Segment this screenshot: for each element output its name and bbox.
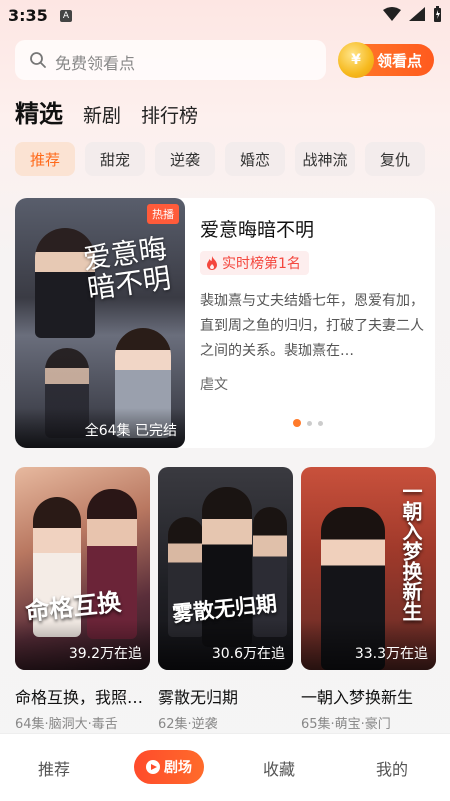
carousel-dot[interactable] <box>307 420 312 426</box>
flame-icon <box>207 256 217 270</box>
status-bar: 3:35 A <box>0 0 450 32</box>
rank-badge: 实时榜第1名 <box>200 251 309 275</box>
nav-recommend[interactable]: 推荐 <box>38 756 70 780</box>
featured-poster[interactable]: 爱意晦暗不明 热播 全64集 已完结 <box>15 198 185 448</box>
nav-profile[interactable]: 我的 <box>376 756 408 780</box>
tab-ranking[interactable]: 排行榜 <box>141 101 198 128</box>
drama-title[interactable]: 一朝入梦换新生 <box>301 684 436 708</box>
chip-revenge[interactable]: 复仇 <box>365 142 425 176</box>
coin-icon: ¥ <box>338 42 374 78</box>
rank-label: 实时榜第1名 <box>222 256 301 272</box>
nav-theater[interactable]: 剧场 <box>134 750 204 784</box>
nav-favorites[interactable]: 收藏 <box>263 756 295 780</box>
episode-status: 全64集 已完结 <box>84 423 177 439</box>
drama-meta: 62集·逆袭 <box>158 717 218 732</box>
signal-icon <box>409 7 425 21</box>
claim-points-label: 领看点 <box>377 52 423 70</box>
battery-icon <box>434 6 441 22</box>
drama-grid: 命格互换 39.2万在追 命格互换，我照… 64集·脑洞大·毒舌 雾散无归期 3… <box>15 467 436 732</box>
tab-new[interactable]: 新剧 <box>83 101 121 128</box>
hot-badge: 热播 <box>147 204 179 224</box>
follower-count: 30.6万在追 <box>211 646 285 662</box>
poster-title-art: 爱意晦暗不明 <box>81 231 173 306</box>
chip-comeback[interactable]: 逆袭 <box>155 142 215 176</box>
drama-poster[interactable]: 雾散无归期 30.6万在追 <box>158 467 293 670</box>
top-tabs: 精选 新剧 排行榜 <box>15 94 198 129</box>
drama-card[interactable]: 命格互换 39.2万在追 命格互换，我照… 64集·脑洞大·毒舌 <box>15 467 150 732</box>
drama-title[interactable]: 命格互换，我照… <box>15 684 150 708</box>
claim-points-button[interactable]: ¥ 领看点 <box>338 42 434 78</box>
search-icon <box>30 52 46 68</box>
drama-card[interactable]: 雾散无归期 30.6万在追 雾散无归期 62集·逆袭 <box>158 467 293 732</box>
drama-title[interactable]: 雾散无归期 <box>158 684 293 708</box>
status-time: 3:35 <box>8 6 48 25</box>
wifi-icon <box>383 7 401 21</box>
poster-title-art: 一朝入梦换新生 <box>399 481 423 621</box>
follower-count: 39.2万在追 <box>68 646 142 662</box>
drama-poster[interactable]: 命格互换 39.2万在追 <box>15 467 150 670</box>
carousel-dot[interactable] <box>293 419 301 427</box>
notification-icon: A <box>60 10 72 22</box>
search-bar[interactable]: 免费领看点 <box>15 40 326 80</box>
chip-war-god[interactable]: 战神流 <box>295 142 355 176</box>
chip-romance[interactable]: 婚恋 <box>225 142 285 176</box>
featured-title[interactable]: 爱意晦暗不明 <box>200 215 314 242</box>
drama-meta: 65集·萌宝·豪门 <box>301 717 391 732</box>
bottom-nav: 推荐 剧场 收藏 我的 <box>0 733 450 801</box>
featured-drama-card[interactable]: 爱意晦暗不明 热播 全64集 已完结 爱意晦暗不明 实时榜第1名 裴珈熹与丈夫结… <box>15 198 435 448</box>
drama-poster[interactable]: 一朝入梦换新生 33.3万在追 <box>301 467 436 670</box>
drama-meta: 64集·脑洞大·毒舌 <box>15 717 118 732</box>
drama-card[interactable]: 一朝入梦换新生 33.3万在追 一朝入梦换新生 65集·萌宝·豪门 <box>301 467 436 732</box>
chip-recommend[interactable]: 推荐 <box>15 142 75 176</box>
featured-genre-tag: 虐文 <box>200 377 228 393</box>
nav-theater-label: 剧场 <box>164 760 192 776</box>
play-icon <box>146 760 160 774</box>
tab-featured[interactable]: 精选 <box>15 94 63 129</box>
follower-count: 33.3万在追 <box>354 646 428 662</box>
status-icons <box>383 6 442 22</box>
carousel-dot[interactable] <box>318 420 323 426</box>
chip-sweet[interactable]: 甜宠 <box>85 142 145 176</box>
featured-description: 裴珈熹与丈夫结婚七年，恩爱有加，直到周之鱼的归归，打破了夫妻二人之间的关系。裴珈… <box>200 293 424 359</box>
search-input[interactable]: 免费领看点 <box>55 50 135 74</box>
category-chips: 推荐 甜宠 逆袭 婚恋 战神流 复仇 <box>15 142 425 176</box>
carousel-indicator <box>293 419 323 427</box>
